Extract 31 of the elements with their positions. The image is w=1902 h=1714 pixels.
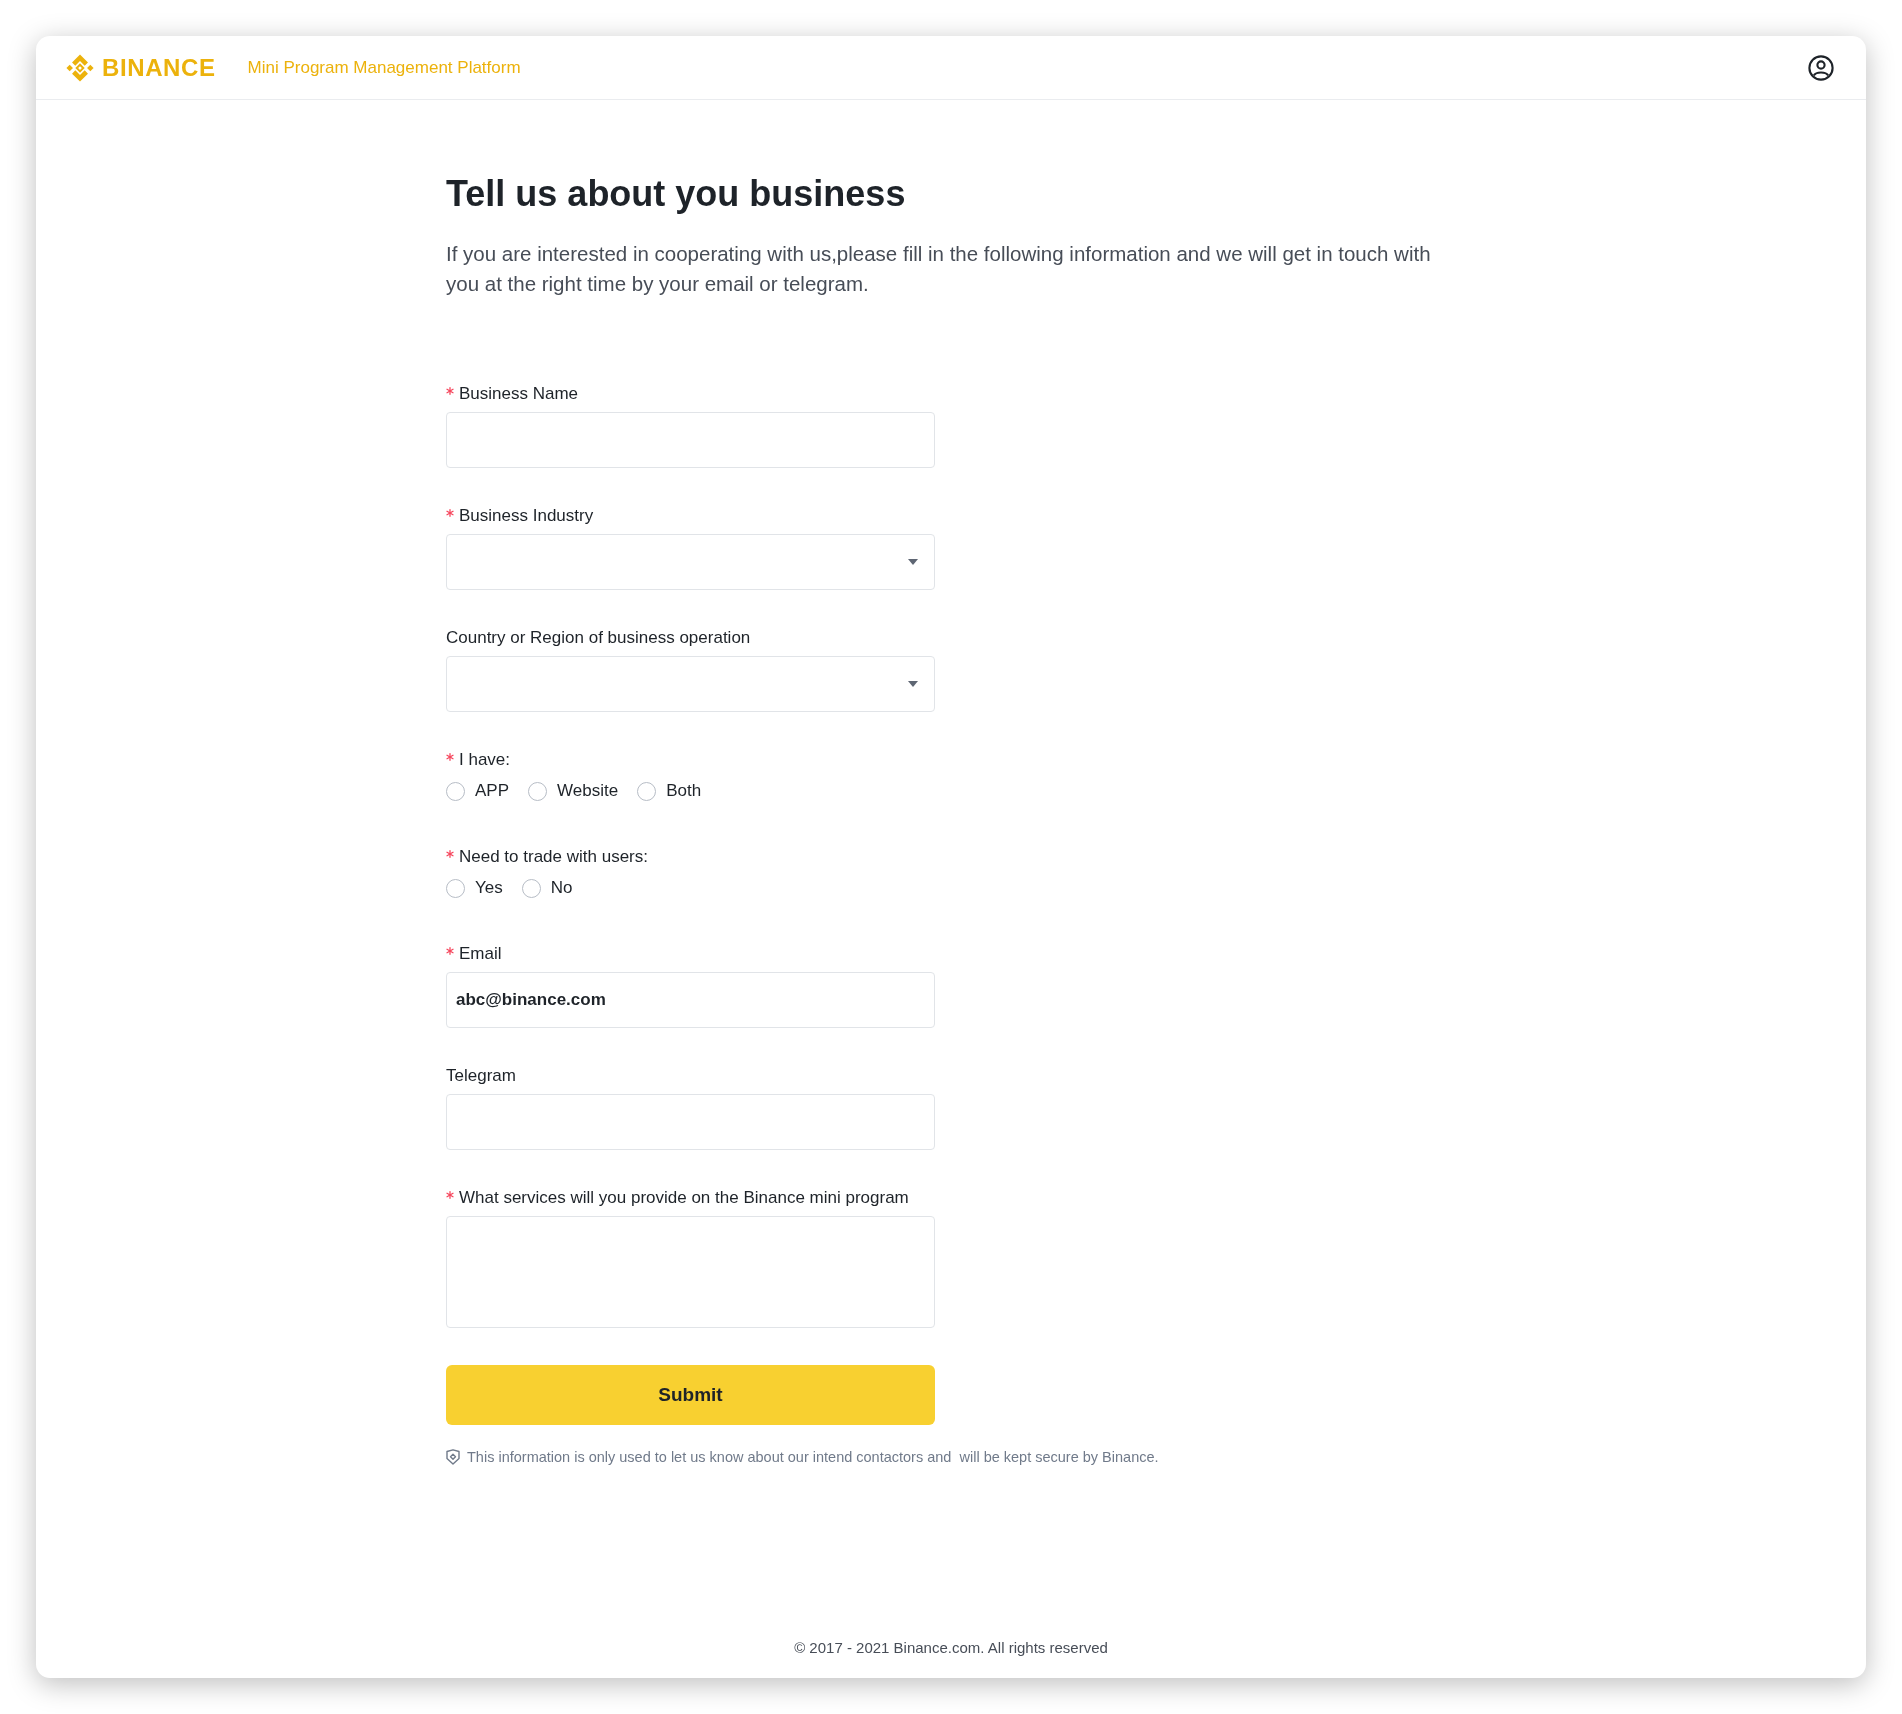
dropdown-select[interactable] [446, 534, 935, 590]
field-label: Telegram [446, 1065, 516, 1087]
radio-option[interactable]: APP [446, 781, 510, 801]
radio-option[interactable]: No [521, 878, 573, 898]
diamond-logo-icon[interactable] [65, 52, 95, 83]
text-input[interactable] [446, 1094, 935, 1150]
security-note: This information is only used to let us know about our intend contactors and will be kept secure by Binance. [467, 1448, 1159, 1466]
field-label: What services will you provide on the Binance mini program [459, 1187, 909, 1209]
field-label: Email [459, 943, 502, 965]
text-input[interactable]: abc@binance.com [446, 972, 935, 1028]
field-label: Need to trade with users: [459, 846, 648, 868]
user-icon[interactable] [1808, 54, 1834, 81]
brand-name: BINANCE [102, 53, 216, 82]
copyright-text: © 2017 - 2021 Binance.com. All rights reserved [794, 1639, 1108, 1656]
dropdown-select[interactable] [446, 656, 935, 712]
text-input[interactable] [446, 412, 935, 468]
radio-option[interactable]: Yes [446, 878, 503, 898]
submit-button[interactable]: Submit [446, 1365, 935, 1425]
shield-icon [446, 1449, 460, 1465]
field-label: Business Name [459, 383, 579, 405]
caret-icon [908, 559, 918, 565]
text-area[interactable] [446, 1216, 935, 1328]
field-label: I have: [459, 749, 511, 771]
radio-option[interactable]: Website [528, 781, 619, 801]
field-label: Country or Region of business operation [446, 627, 751, 649]
platform-title: Mini Program Management Platform [247, 57, 521, 78]
radio-option[interactable]: Both [637, 781, 702, 801]
page-title: Tell us about you business [446, 172, 907, 216]
intro-text: If you are interested in cooperating with us,please fill in the following information and we will get in touch with you at the right time by your email or telegram. [446, 241, 1432, 297]
caret-icon [908, 681, 918, 687]
field-label: Business Industry [459, 505, 594, 527]
